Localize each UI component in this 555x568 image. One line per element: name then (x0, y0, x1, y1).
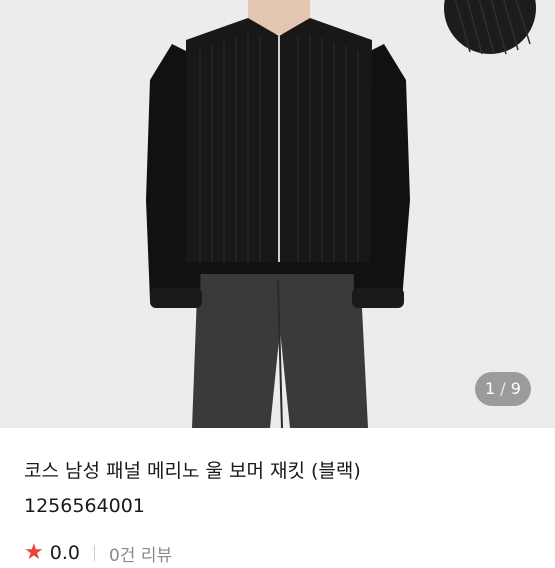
rating-divider (93, 545, 95, 561)
star-icon: ★ (24, 540, 44, 565)
review-count-link[interactable]: 0건 리뷰 (109, 541, 172, 566)
image-counter-separator: / (500, 379, 506, 398)
product-title: 코스 남성 패널 메리노 울 보머 재킷 (블랙) (24, 460, 361, 482)
image-counter: 1 / 9 (475, 372, 531, 406)
product-image[interactable]: 1 / 9 (0, 0, 555, 428)
product-code: 1256564001 (24, 495, 145, 517)
image-index: 1 (485, 379, 496, 398)
rating-score: 0.0 (49, 542, 80, 564)
image-total: 9 (510, 379, 521, 398)
rating-row[interactable]: ★ 0.0 0건 리뷰 (24, 538, 172, 568)
